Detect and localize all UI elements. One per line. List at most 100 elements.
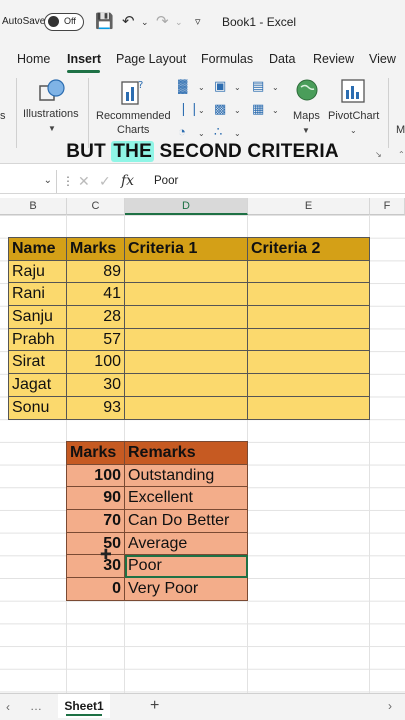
cell-marks[interactable]: 0 bbox=[66, 577, 125, 601]
tab-page-layout[interactable]: Page Layout bbox=[116, 52, 186, 66]
column-header-b[interactable]: B bbox=[0, 198, 67, 215]
cell-criteria-2[interactable] bbox=[247, 259, 370, 284]
waterfall-chart-dropdown-icon[interactable]: ⌄ bbox=[272, 83, 279, 92]
cell-criteria-1[interactable] bbox=[124, 350, 248, 375]
column-header-f[interactable]: F bbox=[370, 198, 405, 215]
recommended-charts-icon[interactable]: ? bbox=[118, 78, 148, 108]
illustrations-dropdown-icon[interactable]: ▼ bbox=[48, 124, 56, 133]
pie-chart-dropdown-icon[interactable]: ⌄ bbox=[198, 129, 205, 138]
cell-name[interactable]: Raju bbox=[8, 259, 67, 284]
cell-criteria-2[interactable] bbox=[247, 282, 370, 307]
autosave-toggle[interactable]: Off bbox=[44, 13, 84, 31]
pivotchart-dropdown-icon[interactable]: ⌄ bbox=[350, 126, 357, 135]
cell-remarks[interactable]: Average bbox=[124, 531, 248, 556]
cell-remarks[interactable]: Very Poor bbox=[124, 577, 248, 601]
column-header-e[interactable]: E bbox=[248, 198, 370, 215]
cancel-icon[interactable]: ✕ bbox=[78, 173, 90, 190]
undo-dropdown-icon[interactable]: ⌄ bbox=[141, 17, 149, 28]
cell-marks[interactable]: 30 bbox=[66, 554, 125, 579]
insert-function-icon[interactable]: fx bbox=[121, 173, 134, 189]
cell-marks[interactable]: 93 bbox=[66, 395, 125, 420]
combo-chart-icon[interactable]: ▦ bbox=[252, 101, 264, 117]
cell-marks[interactable]: 70 bbox=[66, 509, 125, 533]
cell-marks[interactable]: 100 bbox=[66, 463, 125, 488]
maps-icon[interactable] bbox=[295, 78, 319, 102]
cell-marks[interactable]: 90 bbox=[66, 486, 125, 511]
cell-marks[interactable]: 41 bbox=[66, 282, 125, 307]
recommended-charts-label-1[interactable]: Recommended bbox=[96, 110, 171, 122]
hierarchy-chart-icon[interactable]: ▣ bbox=[214, 78, 226, 94]
selected-cell[interactable]: Poor bbox=[124, 554, 248, 579]
column-chart-icon[interactable]: ▓ bbox=[178, 78, 187, 93]
combo-chart-dropdown-icon[interactable]: ⌄ bbox=[272, 106, 279, 115]
tab-home[interactable]: Home bbox=[17, 52, 50, 66]
cell-name[interactable]: Sanju bbox=[8, 305, 67, 329]
add-sheet-icon[interactable]: + bbox=[150, 697, 159, 715]
name-box[interactable]: ⌄ bbox=[0, 170, 57, 193]
pivotchart-button[interactable]: PivotChart bbox=[328, 110, 379, 122]
cell-name[interactable]: Jagat bbox=[8, 373, 67, 397]
formula-bar-grip-icon[interactable]: ⋮ bbox=[62, 174, 74, 188]
header-remarks[interactable]: Remarks bbox=[124, 441, 248, 465]
sheet-nav-left-icon[interactable]: ‹ bbox=[6, 700, 10, 714]
column-chart-dropdown-icon[interactable]: ⌄ bbox=[198, 83, 205, 92]
cell-criteria-1[interactable] bbox=[124, 259, 248, 284]
cell-marks[interactable]: 89 bbox=[66, 259, 125, 284]
column-header-d[interactable]: D bbox=[125, 198, 248, 215]
column-header-c[interactable]: C bbox=[67, 198, 125, 215]
sheet-nav-right-icon[interactable]: › bbox=[388, 699, 392, 713]
scatter-chart-icon[interactable]: ∴ bbox=[214, 124, 222, 140]
formula-input[interactable]: Poor bbox=[154, 175, 178, 187]
pie-chart-icon[interactable]: ◔ bbox=[178, 124, 186, 139]
cell-marks[interactable]: 50 bbox=[66, 531, 125, 556]
name-box-dropdown-icon[interactable]: ⌄ bbox=[44, 175, 52, 186]
cell-marks[interactable]: 57 bbox=[66, 327, 125, 352]
enter-icon[interactable]: ✓ bbox=[99, 173, 111, 190]
cell-criteria-1[interactable] bbox=[124, 373, 248, 397]
cell-criteria-1[interactable] bbox=[124, 282, 248, 307]
header-criteria-1[interactable]: Criteria 1 bbox=[124, 237, 248, 261]
cell-name[interactable]: Prabh bbox=[8, 327, 67, 352]
sheet-more-icon[interactable]: … bbox=[30, 699, 42, 713]
header-name[interactable]: Name bbox=[8, 237, 67, 261]
waterfall-chart-icon[interactable]: ▤ bbox=[252, 78, 264, 94]
cell-criteria-1[interactable] bbox=[124, 395, 248, 420]
tab-view[interactable]: View bbox=[369, 52, 396, 66]
cell-criteria-2[interactable] bbox=[247, 350, 370, 375]
tab-data[interactable]: Data bbox=[269, 52, 295, 66]
cell-remarks[interactable]: Can Do Better bbox=[124, 509, 248, 533]
tab-insert[interactable]: Insert bbox=[67, 52, 101, 66]
undo-icon[interactable]: ↶ bbox=[122, 12, 135, 30]
sheet-tab-sheet1[interactable]: Sheet1 bbox=[58, 694, 110, 718]
cell-marks[interactable]: 100 bbox=[66, 350, 125, 375]
save-icon[interactable]: 💾 bbox=[95, 12, 114, 30]
cell-criteria-1[interactable] bbox=[124, 327, 248, 352]
customize-toolbar-icon[interactable]: ▿ bbox=[195, 15, 201, 28]
scatter-chart-dropdown-icon[interactable]: ⌄ bbox=[234, 129, 241, 138]
cell-criteria-2[interactable] bbox=[247, 395, 370, 420]
hierarchy-chart-dropdown-icon[interactable]: ⌄ bbox=[234, 83, 241, 92]
header-marks[interactable]: Marks bbox=[66, 441, 125, 465]
tab-formulas[interactable]: Formulas bbox=[201, 52, 253, 66]
statistic-chart-icon[interactable]: ▩ bbox=[214, 101, 226, 117]
cell-criteria-2[interactable] bbox=[247, 373, 370, 397]
statistic-chart-dropdown-icon[interactable]: ⌄ bbox=[234, 106, 241, 115]
maps-button[interactable]: Maps bbox=[293, 110, 320, 122]
cell-marks[interactable]: 30 bbox=[66, 373, 125, 397]
recommended-charts-label-2[interactable]: Charts bbox=[117, 124, 149, 136]
line-chart-dropdown-icon[interactable]: ⌄ bbox=[198, 106, 205, 115]
cell-criteria-2[interactable] bbox=[247, 327, 370, 352]
cell-remarks[interactable]: Outstanding bbox=[124, 463, 248, 488]
line-chart-icon[interactable]: ❘❘ bbox=[178, 101, 200, 117]
cell-marks[interactable]: 28 bbox=[66, 305, 125, 329]
redo-icon[interactable]: ↷ bbox=[156, 12, 169, 30]
header-marks[interactable]: Marks bbox=[66, 237, 125, 261]
redo-dropdown-icon[interactable]: ⌄ bbox=[175, 17, 183, 28]
illustrations-icon[interactable] bbox=[38, 78, 66, 106]
cell-name[interactable]: Sonu bbox=[8, 395, 67, 420]
cell-criteria-2[interactable] bbox=[247, 305, 370, 329]
cell-criteria-1[interactable] bbox=[124, 305, 248, 329]
illustrations-button[interactable]: Illustrations bbox=[23, 108, 79, 120]
header-criteria-2[interactable]: Criteria 2 bbox=[247, 237, 370, 261]
cell-remarks[interactable]: Excellent bbox=[124, 486, 248, 511]
